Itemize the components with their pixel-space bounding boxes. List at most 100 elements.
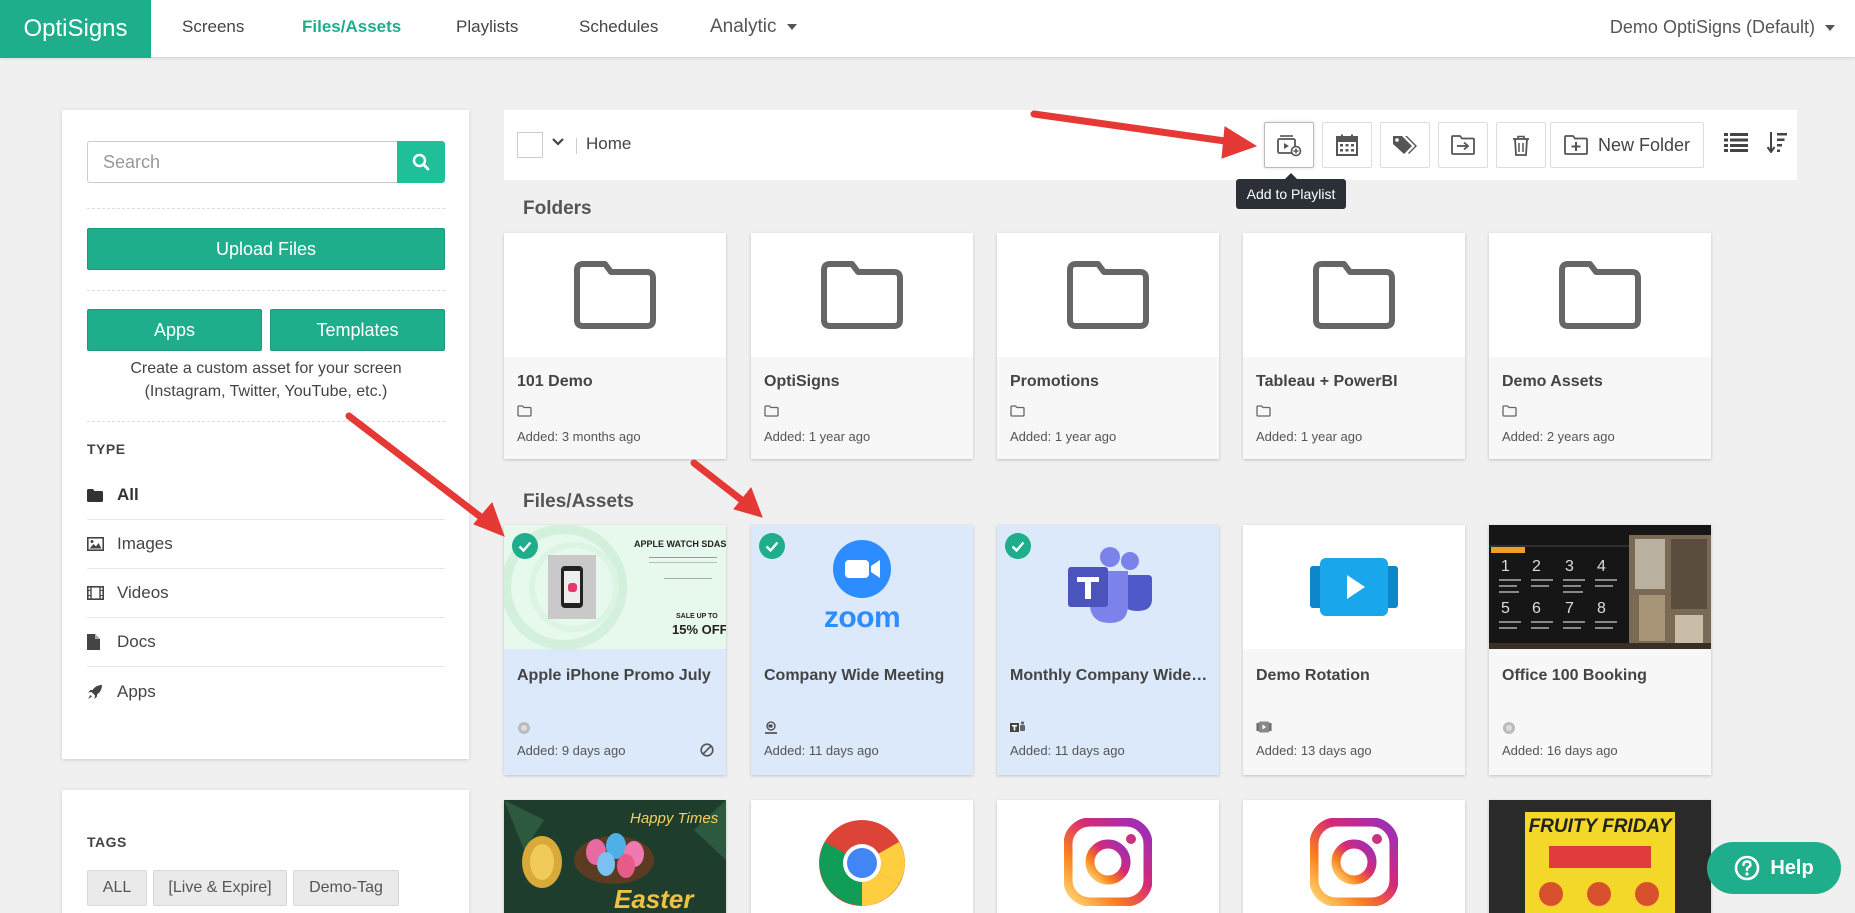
templates-button[interactable]: Templates xyxy=(270,309,445,351)
promo-sale: SALE UP TO xyxy=(676,613,718,620)
folder-icon xyxy=(517,405,532,417)
schedule-button[interactable] xyxy=(1322,122,1372,168)
folder-card[interactable]: OptiSigns Added: 1 year ago xyxy=(751,233,973,459)
type-filter-videos[interactable]: Videos xyxy=(87,569,445,618)
instagram-icon xyxy=(1310,818,1398,906)
booking-board-image: 1 2 3 4 5 6 7 8 xyxy=(1489,525,1711,649)
file-card[interactable] xyxy=(1243,800,1465,913)
tag-demo-tag[interactable]: Demo-Tag xyxy=(293,870,399,906)
type-filter-images[interactable]: Images xyxy=(87,520,445,569)
file-added-date: Added: 16 days ago xyxy=(1502,743,1618,758)
phone-image xyxy=(548,555,596,619)
selected-check-icon[interactable] xyxy=(512,533,538,559)
playlist-add-icon xyxy=(1277,135,1302,157)
type-label: All xyxy=(117,485,139,504)
file-card[interactable]: 1 2 3 4 5 6 7 8 Office 100 Booking Added: 16 d… xyxy=(1489,525,1711,775)
folder-card[interactable]: Tableau + PowerBI Added: 1 year ago xyxy=(1243,233,1465,459)
happy-times-text: Happy Times xyxy=(630,810,719,827)
help-button[interactable]: Help xyxy=(1707,842,1841,894)
app-icon xyxy=(518,722,530,734)
search-icon xyxy=(412,153,430,171)
image-icon xyxy=(87,537,104,551)
rotation-icon xyxy=(1256,721,1272,733)
nav-screens[interactable]: Screens xyxy=(182,0,244,58)
file-card[interactable]: zoom Company Wide Meeting Added: 11 days… xyxy=(751,525,973,775)
brand-logo[interactable]: OptiSigns xyxy=(0,0,151,58)
nav-analytic-label: Analytic xyxy=(710,16,777,37)
teams-icon xyxy=(1010,721,1025,732)
tags-button[interactable] xyxy=(1380,122,1430,168)
upload-files-button[interactable]: Upload Files xyxy=(87,228,445,270)
file-name: Monthly Company Wide U... xyxy=(1010,667,1210,684)
promo-title: APPLE WATCH SDASD 5 xyxy=(634,539,726,549)
svg-text:4: 4 xyxy=(1597,558,1606,575)
folder-move-icon xyxy=(1451,135,1475,155)
folder-name: Demo Assets xyxy=(1502,373,1603,390)
file-card[interactable]: Monthly Company Wide U... Added: 11 days… xyxy=(997,525,1219,775)
easter-text: Easter xyxy=(614,884,694,913)
trash-icon xyxy=(1513,135,1529,156)
list-view-icon[interactable] xyxy=(1724,132,1748,152)
file-card[interactable]: APPLE WATCH SDASD 5 SALE UP TO 15% OFF A… xyxy=(504,525,726,775)
file-card[interactable]: FRUITY FRIDAY xyxy=(1489,800,1711,913)
sort-icon[interactable] xyxy=(1767,131,1787,153)
type-label: Videos xyxy=(117,583,169,602)
type-filter-apps[interactable]: Apps xyxy=(87,667,445,716)
folder-plus-icon xyxy=(1564,135,1588,155)
zoom-wordmark: zoom xyxy=(823,601,901,634)
file-card[interactable] xyxy=(751,800,973,913)
type-filter-docs[interactable]: Docs xyxy=(87,618,445,667)
divider xyxy=(87,290,445,291)
rocket-icon xyxy=(88,684,102,699)
ban-icon xyxy=(700,743,714,757)
move-to-folder-button[interactable] xyxy=(1438,122,1488,168)
type-filter-all[interactable]: All xyxy=(87,471,445,520)
nav-files-assets[interactable]: Files/Assets xyxy=(302,0,401,58)
file-added-date: Added: 13 days ago xyxy=(1256,743,1372,758)
nav-analytic[interactable]: Analytic xyxy=(710,0,797,58)
apps-description-line1: Create a custom asset for your screen xyxy=(130,360,402,377)
app-icon xyxy=(1503,722,1515,734)
new-folder-button[interactable]: New Folder xyxy=(1550,122,1704,168)
chevron-down-icon[interactable] xyxy=(552,138,564,146)
search-button[interactable] xyxy=(397,141,445,183)
breadcrumb-home[interactable]: Home xyxy=(586,134,631,154)
file-icon xyxy=(87,634,100,650)
folder-icon xyxy=(1067,261,1149,329)
tag-live-expire[interactable]: [Live & Expire] xyxy=(153,870,287,906)
file-card[interactable]: Happy Times Easter xyxy=(504,800,726,913)
folder-icon xyxy=(1010,405,1025,417)
folder-added-date: Added: 2 years ago xyxy=(1502,429,1615,444)
nav-playlists[interactable]: Playlists xyxy=(456,0,518,58)
folder-card[interactable]: 101 Demo Added: 3 months ago xyxy=(504,233,726,459)
delete-button[interactable] xyxy=(1496,122,1546,168)
folder-card[interactable]: Promotions Added: 1 year ago xyxy=(997,233,1219,459)
type-label: Docs xyxy=(117,632,156,651)
tag-all[interactable]: ALL xyxy=(87,870,147,906)
file-name: Company Wide Meeting xyxy=(764,667,945,684)
nav-schedules[interactable]: Schedules xyxy=(579,0,658,58)
promo-discount: 15% OFF xyxy=(672,622,726,637)
folder-icon xyxy=(87,488,103,502)
divider xyxy=(87,208,445,209)
type-label: Images xyxy=(117,534,173,553)
folder-card[interactable]: Demo Assets Added: 2 years ago xyxy=(1489,233,1711,459)
file-card[interactable] xyxy=(997,800,1219,913)
file-added-date: Added: 11 days ago xyxy=(764,743,879,758)
select-all-checkbox[interactable] xyxy=(517,132,543,158)
file-card[interactable]: Demo Rotation Added: 13 days ago xyxy=(1243,525,1465,775)
svg-text:1: 1 xyxy=(1501,558,1510,575)
add-to-playlist-button[interactable] xyxy=(1264,122,1314,168)
fruity-friday-poster: FRUITY FRIDAY xyxy=(1525,812,1675,913)
search-input[interactable] xyxy=(87,141,397,183)
apps-button[interactable]: Apps xyxy=(87,309,262,351)
top-navbar: OptiSigns Screens Files/Assets Playlists… xyxy=(0,0,1855,58)
selected-check-icon[interactable] xyxy=(759,533,785,559)
account-dropdown[interactable]: Demo OptiSigns (Default) xyxy=(1610,0,1835,58)
film-icon xyxy=(87,586,104,600)
selected-check-icon[interactable] xyxy=(1005,533,1031,559)
type-heading: TYPE xyxy=(87,441,126,457)
svg-text:3: 3 xyxy=(1565,558,1574,575)
fruity-friday-text: FRUITY FRIDAY xyxy=(1528,816,1672,837)
zoom-icon xyxy=(765,721,777,734)
